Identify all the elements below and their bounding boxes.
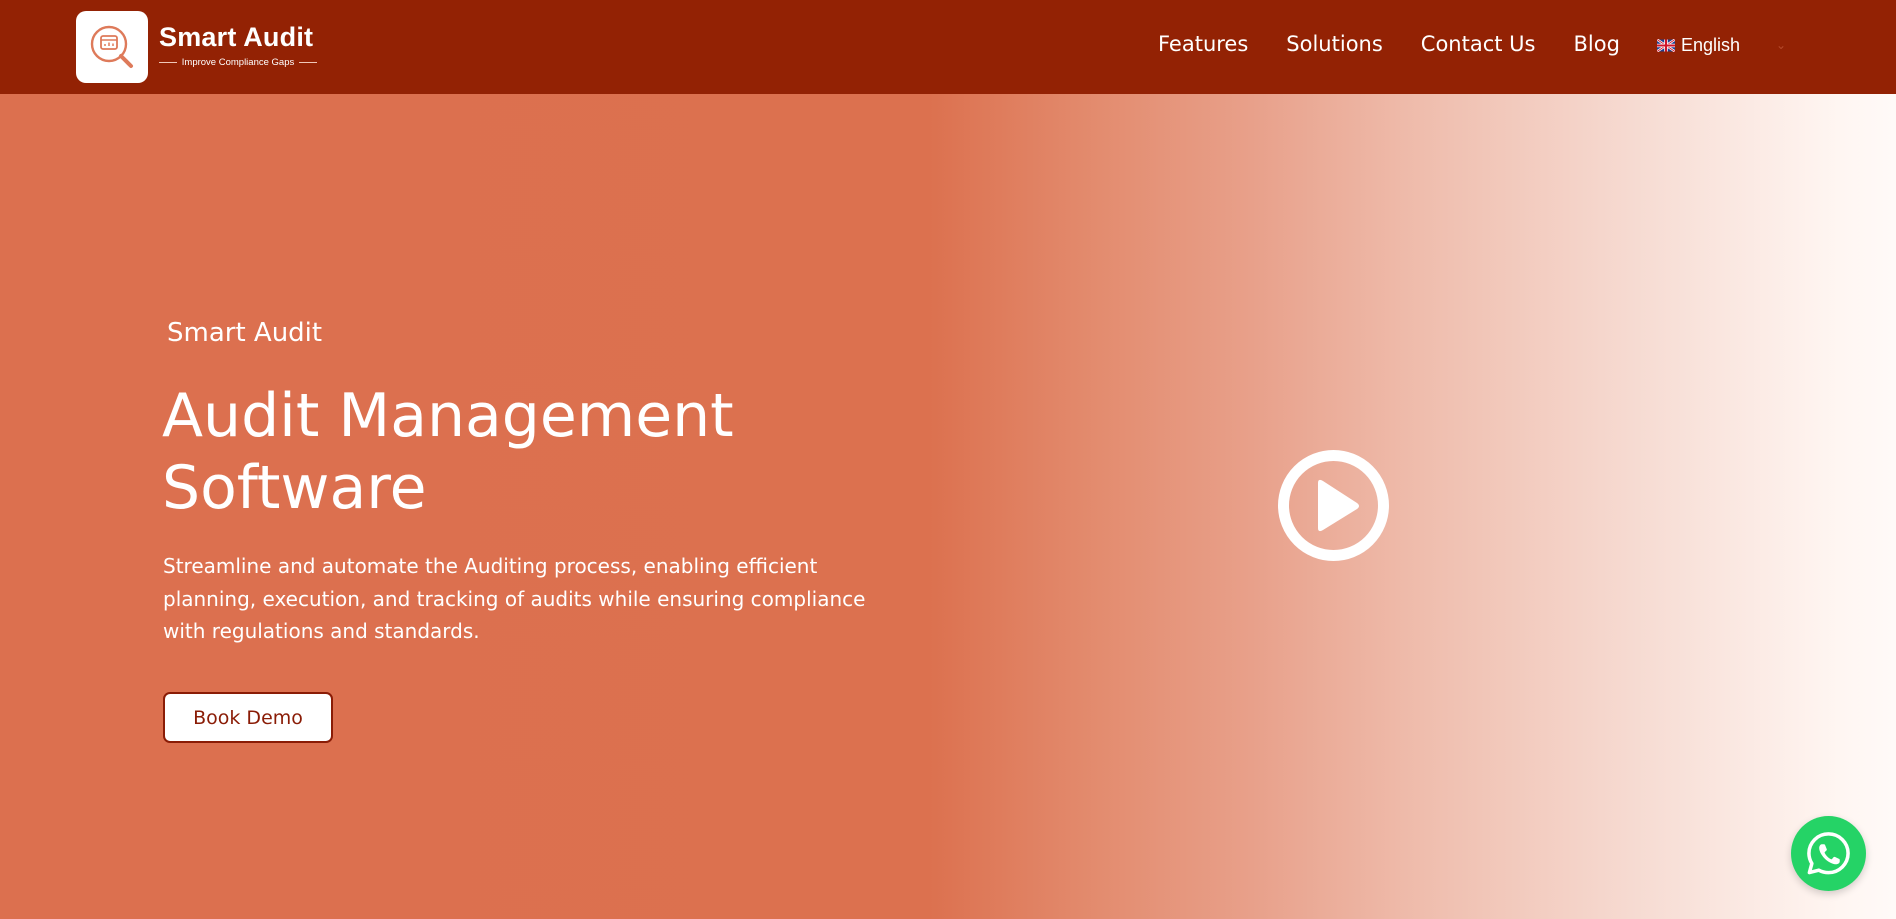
- tagline-rule-left: [159, 62, 177, 63]
- nav-features[interactable]: Features: [1158, 32, 1248, 56]
- nav-contact-us[interactable]: Contact Us: [1421, 32, 1536, 56]
- tagline-text: Improve Compliance Gaps: [181, 57, 295, 68]
- chevron-down-icon[interactable]: ⌄: [1776, 38, 1786, 52]
- main-nav: Features Solutions Contact Us Blog: [1158, 32, 1658, 56]
- whatsapp-icon: [1807, 832, 1850, 875]
- uk-flag-icon: [1657, 39, 1675, 52]
- nav-blog[interactable]: Blog: [1574, 32, 1620, 56]
- hero-eyebrow: Smart Audit: [167, 318, 323, 348]
- whatsapp-chat-button[interactable]: [1791, 816, 1866, 891]
- play-icon[interactable]: [1277, 449, 1390, 562]
- logo[interactable]: [76, 11, 148, 83]
- hero-section: Smart Audit Audit Management Software St…: [0, 94, 1896, 919]
- audit-search-icon: [90, 25, 133, 68]
- brand-title[interactable]: Smart Audit: [159, 22, 313, 53]
- site-header: Smart Audit Improve Compliance Gaps Feat…: [0, 0, 1896, 94]
- hero-title: Audit Management Software: [162, 381, 734, 523]
- hero-description: Streamline and automate the Auditing pro…: [163, 554, 866, 643]
- nav-solutions[interactable]: Solutions: [1286, 32, 1383, 56]
- language-label: English: [1681, 35, 1741, 55]
- brand-tagline: Improve Compliance Gaps: [159, 57, 317, 68]
- language-selector[interactable]: English: [1657, 35, 1740, 56]
- tagline-rule-right: [299, 62, 317, 63]
- book-demo-button[interactable]: Book Demo: [163, 692, 333, 743]
